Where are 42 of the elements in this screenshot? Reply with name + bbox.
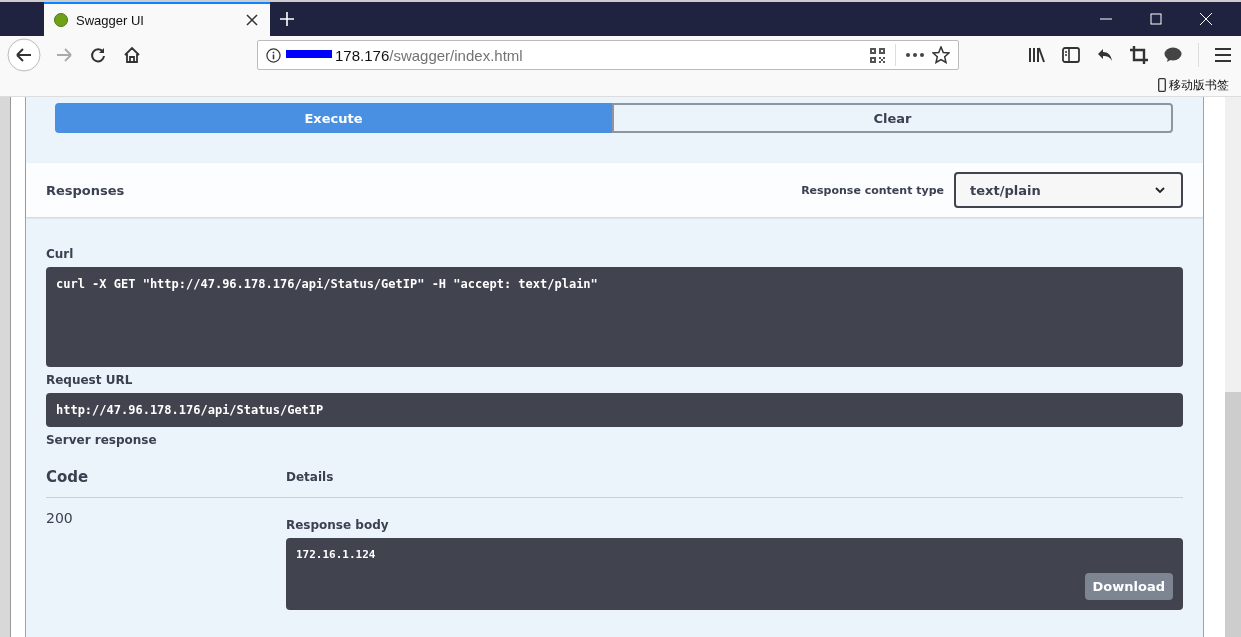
qr-code-icon[interactable] — [870, 47, 885, 63]
crop-icon[interactable] — [1130, 46, 1148, 64]
sidebar-icon[interactable] — [1062, 47, 1080, 63]
details-column-heading: Details — [285, 470, 334, 484]
home-icon[interactable] — [123, 46, 141, 64]
scrollbar[interactable] — [1225, 97, 1241, 637]
clear-button[interactable]: Clear — [612, 103, 1174, 133]
reload-icon[interactable] — [89, 46, 107, 64]
mobile-bookmarks-link[interactable]: 移动版书签 — [1158, 74, 1229, 96]
status-code: 200 — [45, 509, 74, 528]
browser-tab[interactable]: Swagger UI — [44, 2, 270, 36]
url-text: 178.176/swagger/index.html — [335, 46, 523, 64]
download-button[interactable]: Download — [1084, 573, 1173, 600]
new-tab-icon[interactable] — [280, 12, 294, 26]
info-icon — [266, 47, 281, 63]
chevron-down-icon — [1155, 187, 1165, 193]
phone-icon — [1158, 78, 1166, 92]
tab-title: Swagger UI — [76, 12, 145, 28]
request-url-label: Request URL — [45, 373, 134, 387]
close-icon[interactable] — [1200, 13, 1212, 25]
back-icon[interactable] — [7, 38, 41, 72]
redaction-mark — [286, 50, 332, 58]
response-body-label: Response body — [285, 518, 390, 532]
scrollbar-thumb[interactable] — [1225, 392, 1241, 637]
star-icon[interactable] — [932, 46, 950, 64]
curl-code-block: curl -X GET "http://47.96.178.176/api/Status/GetIP" -H "accept: text/plain" — [45, 267, 1183, 367]
response-body-text: 172.16.1.124 — [295, 548, 376, 561]
close-tab-icon[interactable] — [246, 14, 258, 26]
code-column-heading: Code — [45, 468, 90, 486]
responses-title: Responses — [45, 182, 125, 198]
undo-arrow-icon[interactable] — [1096, 47, 1114, 63]
content-type-label: Response content type — [801, 183, 944, 197]
request-url-block: http://47.96.178.176/api/Status/GetIP — [45, 393, 1183, 427]
more-icon[interactable] — [906, 53, 924, 57]
chat-bubble-icon[interactable] — [1164, 47, 1182, 63]
content-type-select[interactable]: text/plain — [954, 172, 1183, 208]
maximize-icon[interactable] — [1150, 13, 1162, 25]
server-response-label: Server response — [45, 433, 158, 447]
menu-icon[interactable] — [1215, 48, 1231, 62]
curl-label: Curl — [45, 247, 75, 261]
address-bar[interactable]: 178.176/swagger/index.html — [257, 40, 959, 70]
library-icon[interactable] — [1028, 47, 1046, 63]
